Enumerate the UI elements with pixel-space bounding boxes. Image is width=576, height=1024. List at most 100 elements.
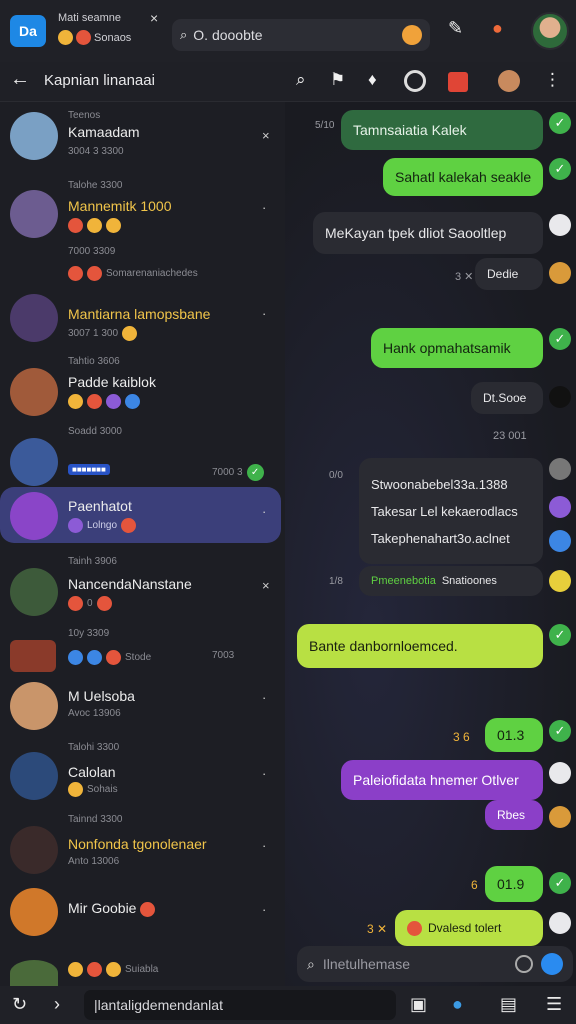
avatar bbox=[10, 190, 58, 238]
chat-group-label: Soadd 3000 bbox=[68, 426, 122, 437]
reaction-icon[interactable] bbox=[549, 912, 571, 934]
message-bubble[interactable]: Dvalesd tolert bbox=[395, 910, 543, 946]
message-bubble[interactable]: Dt.Sooe bbox=[471, 382, 543, 414]
close-icon[interactable]: × bbox=[262, 578, 270, 593]
reaction-icon[interactable] bbox=[549, 530, 571, 552]
message-bubble[interactable]: Hank opmahatsamik bbox=[371, 328, 543, 368]
reaction-icon[interactable] bbox=[549, 570, 571, 592]
chat-group-label: Tainnd 3300 bbox=[68, 814, 123, 825]
more-icon[interactable]: · bbox=[262, 200, 266, 215]
contact-avatar[interactable] bbox=[498, 70, 520, 92]
chat-time: 7000 3 ✓ bbox=[212, 464, 264, 481]
chat-row[interactable]: M Uelsoba Avoc 13906 · bbox=[0, 680, 285, 736]
message-bubble[interactable]: Sahatl kalekah seakle bbox=[383, 158, 543, 196]
reaction-icon[interactable] bbox=[549, 496, 571, 518]
message-bubble[interactable]: MeKayan tpek dliot Saooltlep bbox=[313, 212, 543, 254]
chat-row[interactable]: Tainnd 3300 Nonfonda tgonolenaer Anto 13… bbox=[0, 812, 285, 882]
chat-row[interactable]: Mantiarna lamopsbane 3007 1 300 · bbox=[0, 290, 285, 350]
message-bubble[interactable]: 01.9 bbox=[485, 866, 543, 902]
chat-row[interactable]: 7000 3309 Somarenaniachedes bbox=[0, 244, 285, 284]
message-bubble[interactable]: Paleiofidata hnemer Otlver bbox=[341, 760, 543, 800]
more-icon[interactable]: ⋮ bbox=[544, 70, 561, 90]
search-icon[interactable]: ⌕ bbox=[296, 70, 306, 90]
more-icon[interactable]: · bbox=[262, 766, 266, 781]
send-icon[interactable] bbox=[541, 953, 563, 975]
more-icon[interactable]: · bbox=[262, 690, 266, 705]
chat-row[interactable]: Mir Goobie · bbox=[0, 886, 285, 942]
chat-reactions: 0 bbox=[68, 596, 112, 611]
chat-row[interactable]: Talohe 3300 Mannemitk 1000 · bbox=[0, 178, 285, 244]
forward-arrow-icon[interactable]: › bbox=[54, 994, 60, 1015]
record-icon[interactable] bbox=[404, 70, 426, 92]
video-icon[interactable] bbox=[448, 72, 468, 92]
profile-avatar[interactable] bbox=[531, 12, 569, 50]
message-bubble[interactable]: Dedie bbox=[475, 258, 543, 290]
reaction-counter: 3 ✕ bbox=[367, 922, 388, 936]
avatar bbox=[10, 492, 58, 540]
chat-row-selected[interactable]: Paenhatot Lolngo · bbox=[0, 490, 285, 542]
message-line: Takephenahart3o.aclnet bbox=[371, 530, 510, 546]
close-icon[interactable]: × bbox=[262, 128, 270, 143]
avatar bbox=[10, 294, 58, 342]
reaction-icon[interactable] bbox=[549, 214, 571, 236]
message-input[interactable]: Ilnetulhemase bbox=[323, 956, 507, 972]
avatar bbox=[10, 752, 58, 800]
chat-group-label: Talohi 3300 bbox=[68, 742, 120, 753]
chat-row[interactable]: Soadd 3000 ■■■■■■■ 7000 3 ✓ bbox=[0, 424, 285, 486]
gallery-icon[interactable]: ▤ bbox=[500, 994, 517, 1015]
read-check-icon: ✓ bbox=[549, 720, 571, 742]
chat-reactions bbox=[68, 218, 121, 233]
chat-time: 3004 3 3300 bbox=[68, 146, 124, 157]
reaction-icon[interactable] bbox=[549, 806, 571, 828]
notification-icon[interactable]: ● bbox=[492, 18, 503, 39]
reaction-icon[interactable] bbox=[549, 386, 571, 408]
read-check-icon: ✓ bbox=[549, 158, 571, 180]
shield-icon[interactable]: ♦ bbox=[368, 70, 377, 90]
more-icon[interactable]: · bbox=[262, 504, 266, 519]
more-icon[interactable]: · bbox=[262, 306, 266, 321]
emoji-picker-icon[interactable] bbox=[515, 955, 533, 973]
chat-row[interactable]: Suiabla bbox=[0, 954, 285, 986]
message-bubble[interactable]: 01.3 bbox=[485, 718, 543, 752]
chat-group-label: 7000 3309 bbox=[68, 246, 116, 257]
attach-icon[interactable]: ▣ bbox=[410, 994, 427, 1015]
chat-tags: ■■■■■■■ bbox=[68, 464, 110, 475]
chat-name: M Uelsoba bbox=[68, 688, 135, 704]
avatar bbox=[10, 682, 58, 730]
close-icon[interactable]: × bbox=[150, 10, 158, 26]
message-bubble[interactable]: Rbes bbox=[485, 800, 543, 830]
chat-row[interactable]: Teenos Kamaadam 3004 3 3300 × bbox=[0, 108, 285, 170]
app-logo[interactable]: Da bbox=[10, 15, 46, 47]
sender-name: Pmeenebotia bbox=[371, 575, 436, 587]
menu-icon[interactable]: ☰ bbox=[546, 994, 562, 1015]
search-input[interactable]: O. dooobte bbox=[193, 27, 396, 43]
filter-icon[interactable]: ⚑ bbox=[330, 70, 345, 90]
compose-icon[interactable]: ✎ bbox=[448, 18, 463, 39]
back-arrow-icon[interactable]: ← bbox=[10, 68, 30, 91]
refresh-icon[interactable]: ↻ bbox=[12, 994, 27, 1015]
message-bubble[interactable]: Bante danbornloemced. bbox=[297, 624, 543, 668]
more-icon[interactable]: · bbox=[262, 902, 266, 917]
emoji-icon bbox=[58, 30, 73, 45]
app-subtitle-text: Sonaos bbox=[94, 31, 132, 44]
chat-row[interactable]: Tainh 3906 NancendaNanstane 0 × bbox=[0, 554, 285, 624]
message-composer[interactable]: ⌕ Ilnetulhemase bbox=[297, 946, 573, 982]
reaction-icon[interactable] bbox=[549, 458, 571, 480]
message-date: 23 001 bbox=[493, 430, 527, 442]
message-bubble[interactable]: Pmeenebotia Snatioones bbox=[359, 566, 543, 596]
search-bar[interactable]: ⌕ O. dooobte bbox=[172, 19, 430, 51]
message-bubble-multiline[interactable]: Stwoonabebel33a.1388 Takesar Lel kekaero… bbox=[359, 458, 543, 564]
chat-row[interactable]: Talohi 3300 Calolan Sohais · bbox=[0, 740, 285, 806]
reaction-icon[interactable] bbox=[549, 762, 571, 784]
emoji-icon bbox=[76, 30, 91, 45]
globe-icon[interactable]: ● bbox=[452, 994, 463, 1015]
chat-group-label: Tainh 3906 bbox=[68, 556, 117, 567]
status-orb-icon bbox=[402, 25, 422, 45]
reaction-icon[interactable] bbox=[549, 262, 571, 284]
more-icon[interactable]: · bbox=[262, 838, 266, 853]
chat-name: Paenhatot bbox=[68, 498, 132, 514]
chat-row[interactable]: 10y 3309 Stode 7003 bbox=[0, 626, 285, 676]
command-input[interactable]: |lantaligdemendanlat bbox=[84, 990, 396, 1020]
chat-row[interactable]: Tahtio 3606 Padde kaiblok bbox=[0, 354, 285, 420]
message-bubble[interactable]: Tamnsaiatia Kalek bbox=[341, 110, 543, 150]
